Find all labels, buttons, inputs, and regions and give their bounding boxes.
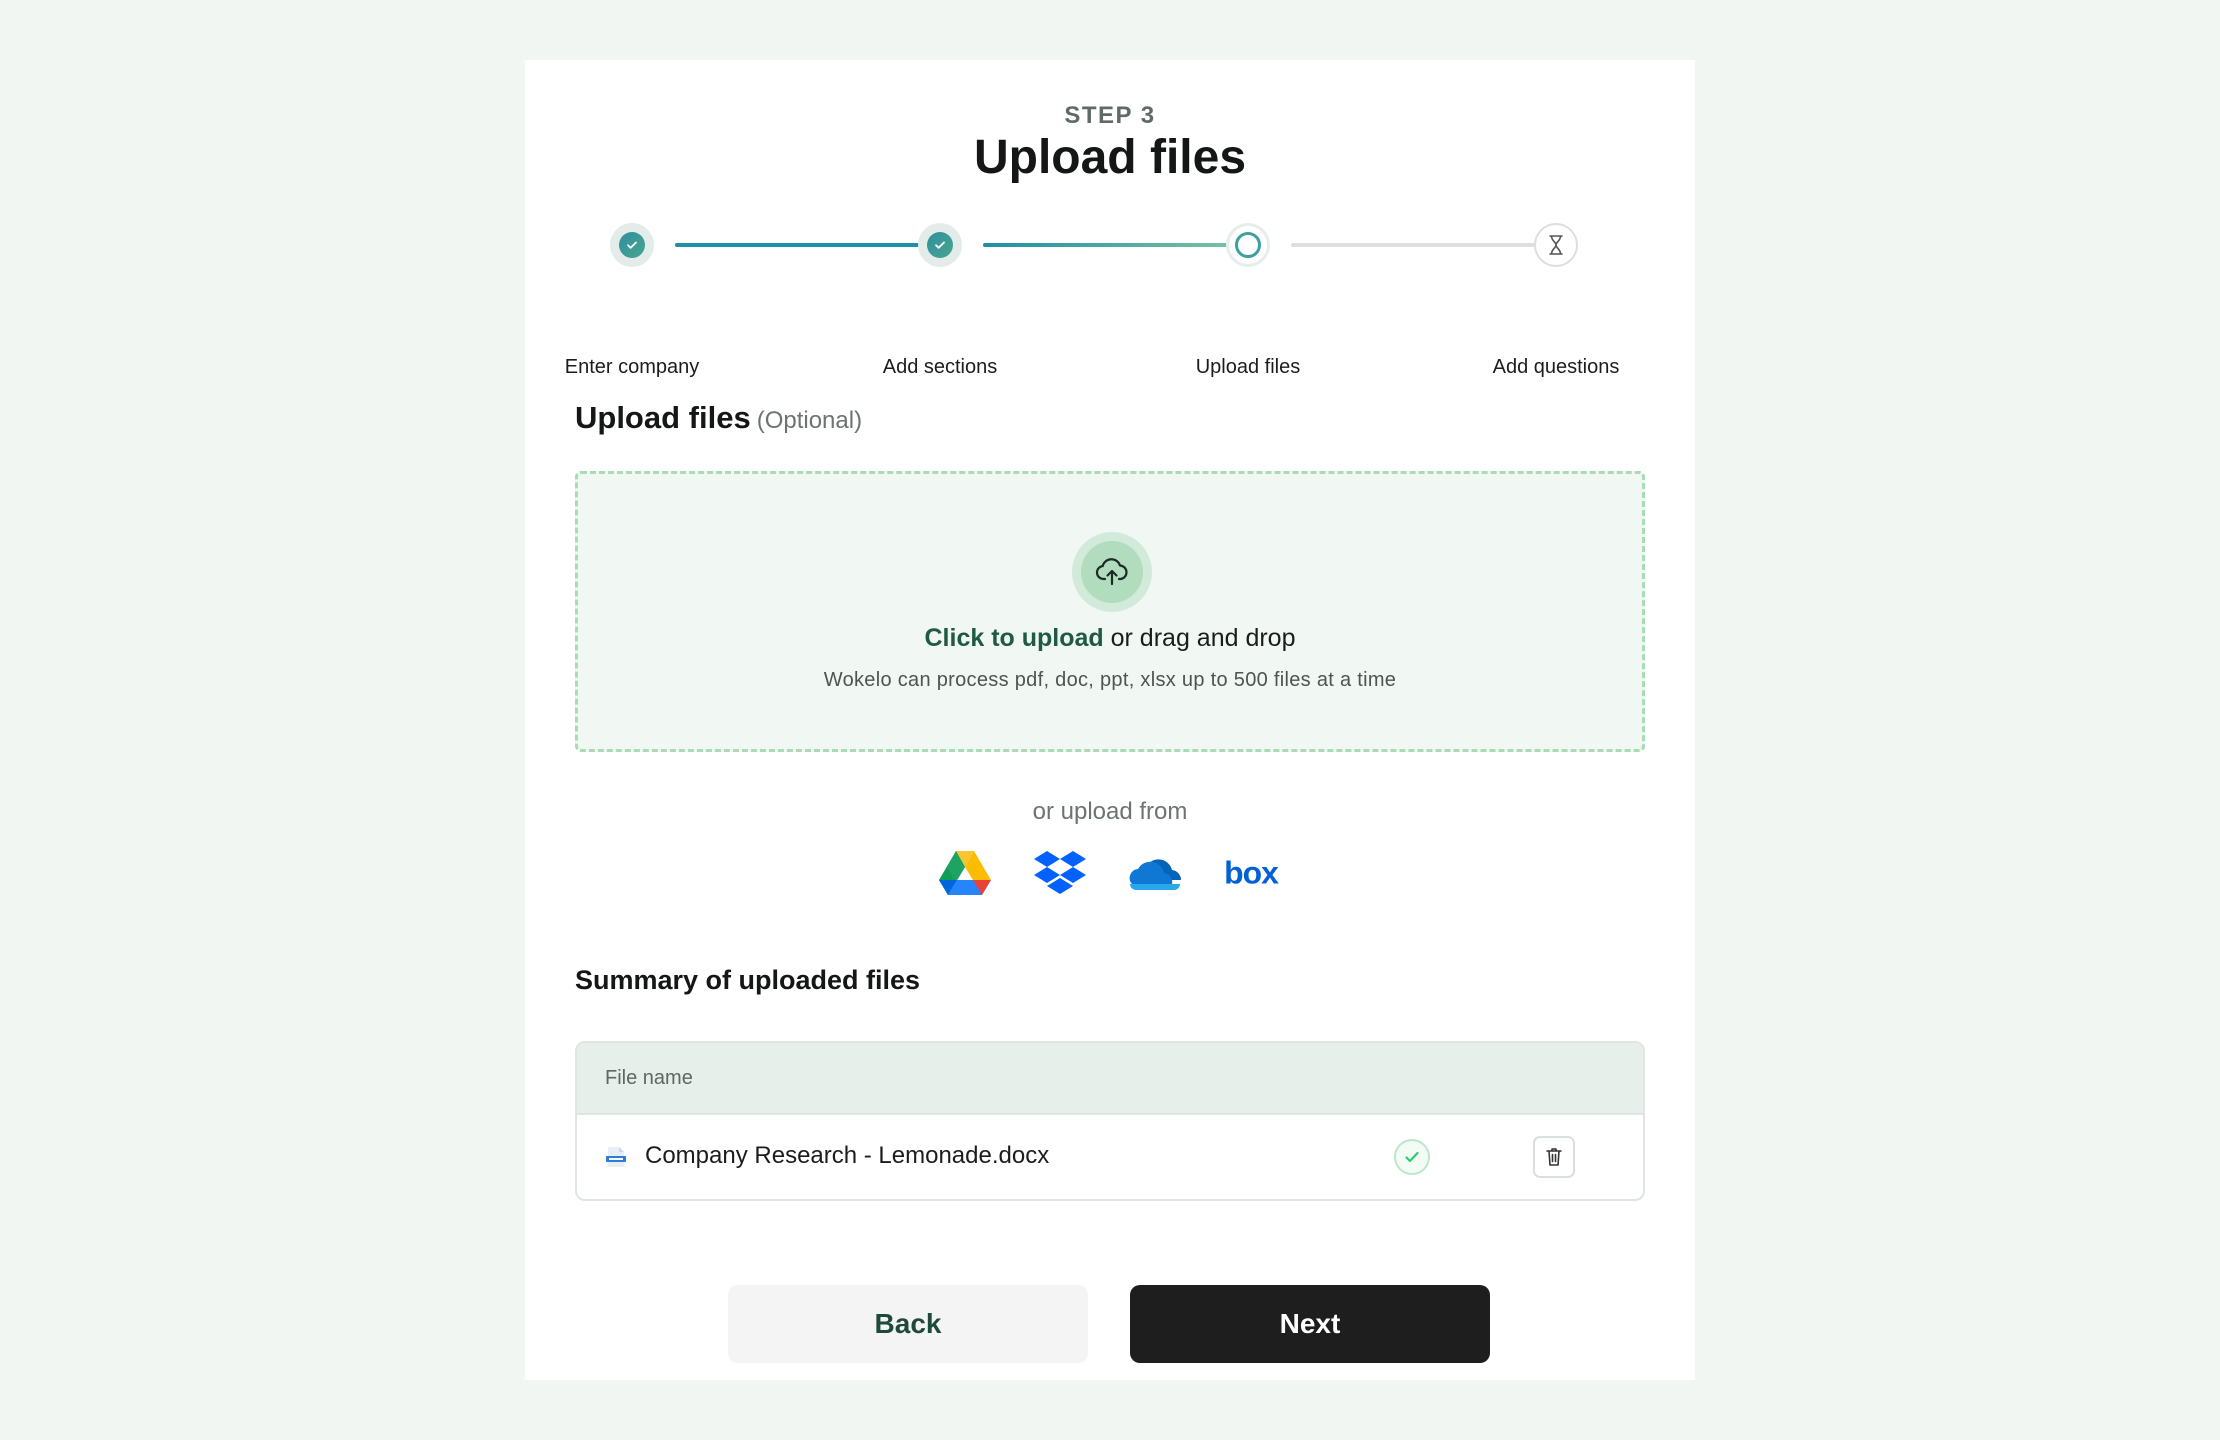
step-label-enter-company: Enter company (564, 356, 700, 378)
cloud-upload-icon (1095, 558, 1128, 586)
upload-success-status (1394, 1139, 1430, 1175)
upload-section-heading: Upload files (575, 400, 751, 435)
hourglass-icon (1549, 235, 1563, 255)
upload-section-title: Upload files (Optional) (575, 400, 862, 436)
check-icon (627, 241, 637, 249)
google-drive-button[interactable] (935, 844, 995, 904)
google-drive-icon (939, 851, 991, 895)
wizard-card: STEP 3 Upload files Enter company Add se… (525, 60, 1695, 1380)
step-node-add-questions[interactable] (1534, 223, 1578, 267)
step-label-add-sections: Add sections (882, 356, 998, 378)
click-to-upload-link[interactable]: Click to upload (925, 624, 1104, 652)
step-label-add-questions: Add questions (1492, 356, 1620, 378)
cloud-providers: box (525, 844, 1695, 910)
dropbox-icon (1034, 851, 1086, 894)
step-label-upload-files: Upload files (1195, 356, 1301, 378)
stepper-connector-2 (983, 243, 1233, 247)
trash-icon (1546, 1148, 1562, 1166)
stepper-connector-1 (675, 243, 925, 247)
dropzone-hint: Wokelo can process pdf, doc, ppt, xlsx u… (823, 669, 1397, 691)
box-button[interactable]: box (1221, 844, 1281, 904)
docx-file-icon (606, 1147, 626, 1167)
next-button[interactable]: Next (1130, 1285, 1490, 1363)
file-dropzone[interactable]: Click to upload or drag and drop Wokelo … (575, 471, 1645, 752)
delete-file-button[interactable] (1533, 1136, 1575, 1178)
or-upload-from-label: or upload from (1032, 798, 1188, 825)
upload-icon-badge (1072, 532, 1152, 612)
uploaded-files-table: File name Company Research - Lemonade.do… (575, 1041, 1645, 1201)
box-icon: box (1224, 854, 1280, 890)
column-header-file-name: File name (605, 1066, 693, 1089)
step-node-enter-company[interactable] (610, 223, 654, 267)
check-icon (1405, 1151, 1419, 1163)
box-wordmark: box (1224, 854, 1279, 890)
file-name: Company Research - Lemonade.docx (645, 1142, 1050, 1169)
current-step-ring (1235, 232, 1261, 258)
stepper-connector-3 (1291, 243, 1543, 247)
onedrive-button[interactable] (1125, 844, 1185, 904)
progress-stepper: Enter company Add sections Upload files … (525, 60, 1695, 378)
dropzone-instruction: Click to upload or drag and drop (578, 624, 1642, 653)
table-header: File name (577, 1043, 1643, 1115)
check-icon (935, 241, 945, 249)
summary-title: Summary of uploaded files (575, 965, 921, 995)
onedrive-icon (1129, 859, 1182, 890)
step-node-add-sections[interactable] (918, 223, 962, 267)
dropbox-button[interactable] (1030, 844, 1090, 904)
back-button[interactable]: Back (728, 1285, 1088, 1363)
optional-tag: (Optional) (756, 407, 863, 434)
step-node-upload-files[interactable] (1226, 223, 1270, 267)
drag-drop-text: or drag and drop (1103, 624, 1296, 652)
table-row: Company Research - Lemonade.docx (577, 1115, 1643, 1199)
